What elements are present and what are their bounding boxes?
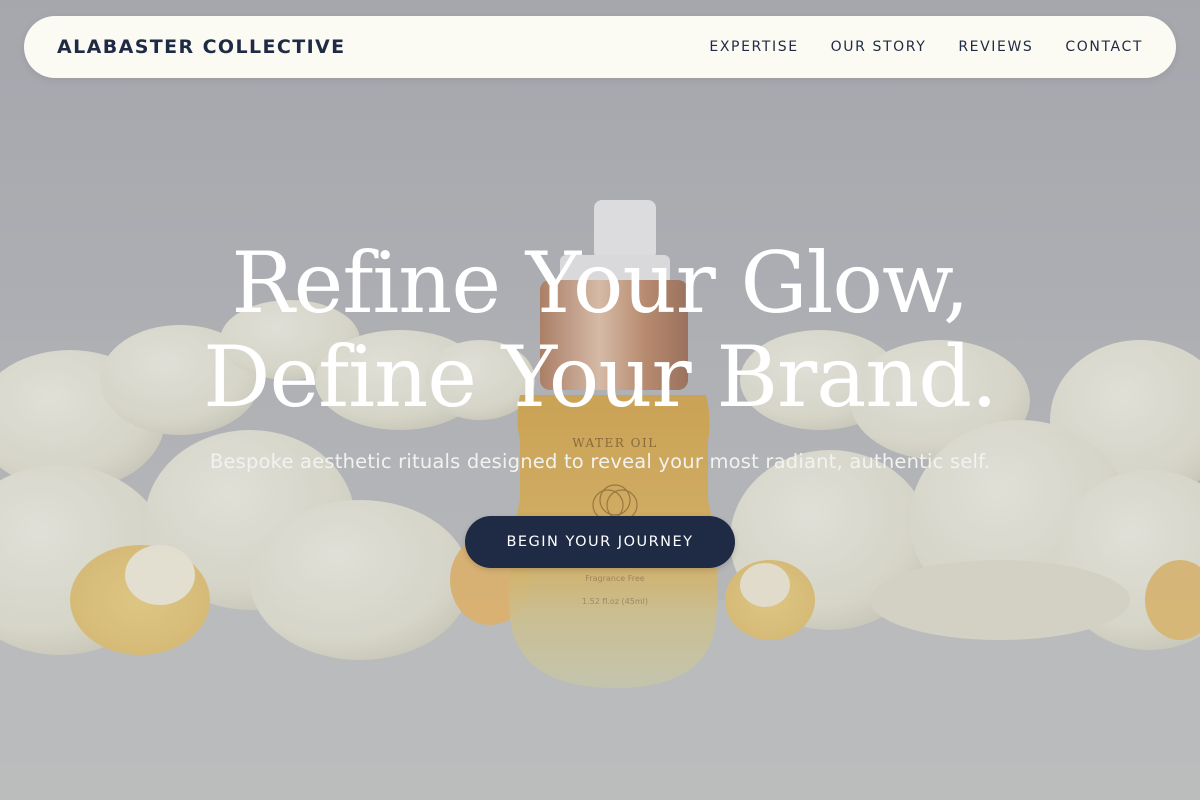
brand-logo[interactable]: ALABASTER COLLECTIVE bbox=[57, 36, 346, 58]
begin-journey-button[interactable]: BEGIN YOUR JOURNEY bbox=[465, 516, 735, 568]
hero-subheadline: Bespoke aesthetic rituals designed to re… bbox=[209, 450, 991, 473]
hero-headline: Refine Your Glow, Define Your Brand. bbox=[0, 236, 1200, 424]
hero-headline-line-2: Define Your Brand. bbox=[203, 328, 998, 426]
nav-link-our-story[interactable]: OUR STORY bbox=[831, 39, 927, 55]
nav-link-contact[interactable]: CONTACT bbox=[1065, 39, 1143, 55]
top-navbar: ALABASTER COLLECTIVE EXPERTISE OUR STORY… bbox=[24, 16, 1176, 78]
hero-section: WATER OIL Fragrance Free 1.52 fl.oz (45m… bbox=[0, 0, 1200, 800]
hero-headline-line-1: Refine Your Glow, bbox=[231, 234, 969, 332]
nav-link-expertise[interactable]: EXPERTISE bbox=[709, 39, 798, 55]
nav-links: EXPERTISE OUR STORY REVIEWS CONTACT bbox=[709, 39, 1143, 55]
nav-link-reviews[interactable]: REVIEWS bbox=[958, 39, 1033, 55]
